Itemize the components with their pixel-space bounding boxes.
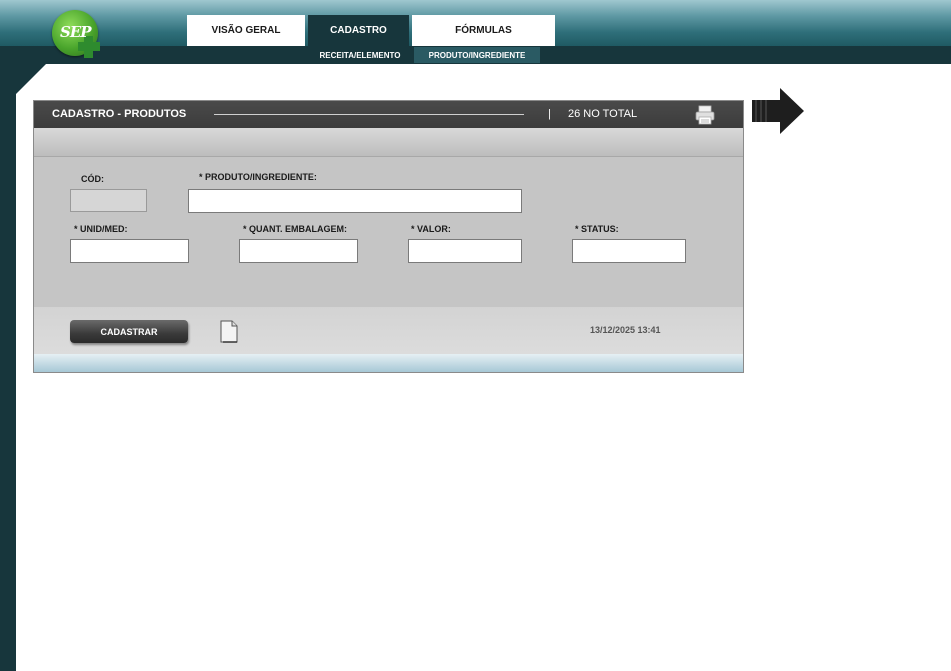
header-separator: | bbox=[548, 108, 551, 120]
panel-header: CADASTRO - PRODUTOS | 26 NO TOTAL bbox=[34, 101, 743, 128]
status-label: * STATUS: bbox=[575, 224, 619, 234]
subtab-produto-ingrediente[interactable]: PRODUTO/INGREDIENTE bbox=[414, 47, 540, 63]
cod-label: CÓD: bbox=[81, 174, 104, 184]
produto-label: * PRODUTO/INGREDIENTE: bbox=[199, 172, 317, 182]
quant-embalagem-field[interactable] bbox=[239, 239, 358, 263]
total-count: 26 NO TOTAL bbox=[568, 108, 638, 120]
subtab-receita-elemento[interactable]: RECEITA/ELEMENTO bbox=[308, 47, 412, 63]
sidebar-corner bbox=[16, 64, 46, 94]
unid-med-field[interactable] bbox=[70, 239, 189, 263]
left-sidebar-bar bbox=[0, 64, 16, 671]
header-divider bbox=[214, 114, 524, 115]
quant-embalagem-label: * QUANT. EMBALAGEM: bbox=[243, 224, 347, 234]
valor-label: * VALOR: bbox=[411, 224, 451, 234]
valor-field[interactable] bbox=[408, 239, 522, 263]
sep-logo: SEP bbox=[52, 10, 102, 58]
cadastro-produtos-panel: CADASTRO - PRODUTOS | 26 NO TOTAL CÓD: *… bbox=[33, 100, 744, 373]
cadastrar-button[interactable]: CADASTRAR bbox=[70, 320, 188, 343]
panel-title: CADASTRO - PRODUTOS bbox=[52, 108, 187, 120]
printer-icon[interactable] bbox=[694, 104, 716, 126]
panel-subheader bbox=[34, 128, 743, 157]
document-icon[interactable] bbox=[220, 320, 238, 343]
timestamp: 13/12/2025 13:41 bbox=[590, 325, 661, 335]
tab-visao-geral[interactable]: VISÃO GERAL bbox=[187, 15, 305, 46]
next-arrow-icon[interactable] bbox=[752, 88, 804, 134]
cod-field bbox=[70, 189, 147, 212]
panel-bottom-band bbox=[34, 354, 743, 372]
status-field[interactable] bbox=[572, 239, 686, 263]
produto-ingrediente-field[interactable] bbox=[188, 189, 522, 213]
unid-med-label: * UNID/MED: bbox=[74, 224, 128, 234]
tab-cadastro[interactable]: CADASTRO bbox=[308, 15, 409, 46]
logo-cross-bar bbox=[78, 42, 100, 51]
tab-formulas[interactable]: FÓRMULAS bbox=[412, 15, 555, 46]
logo-text: SEP bbox=[60, 23, 92, 41]
